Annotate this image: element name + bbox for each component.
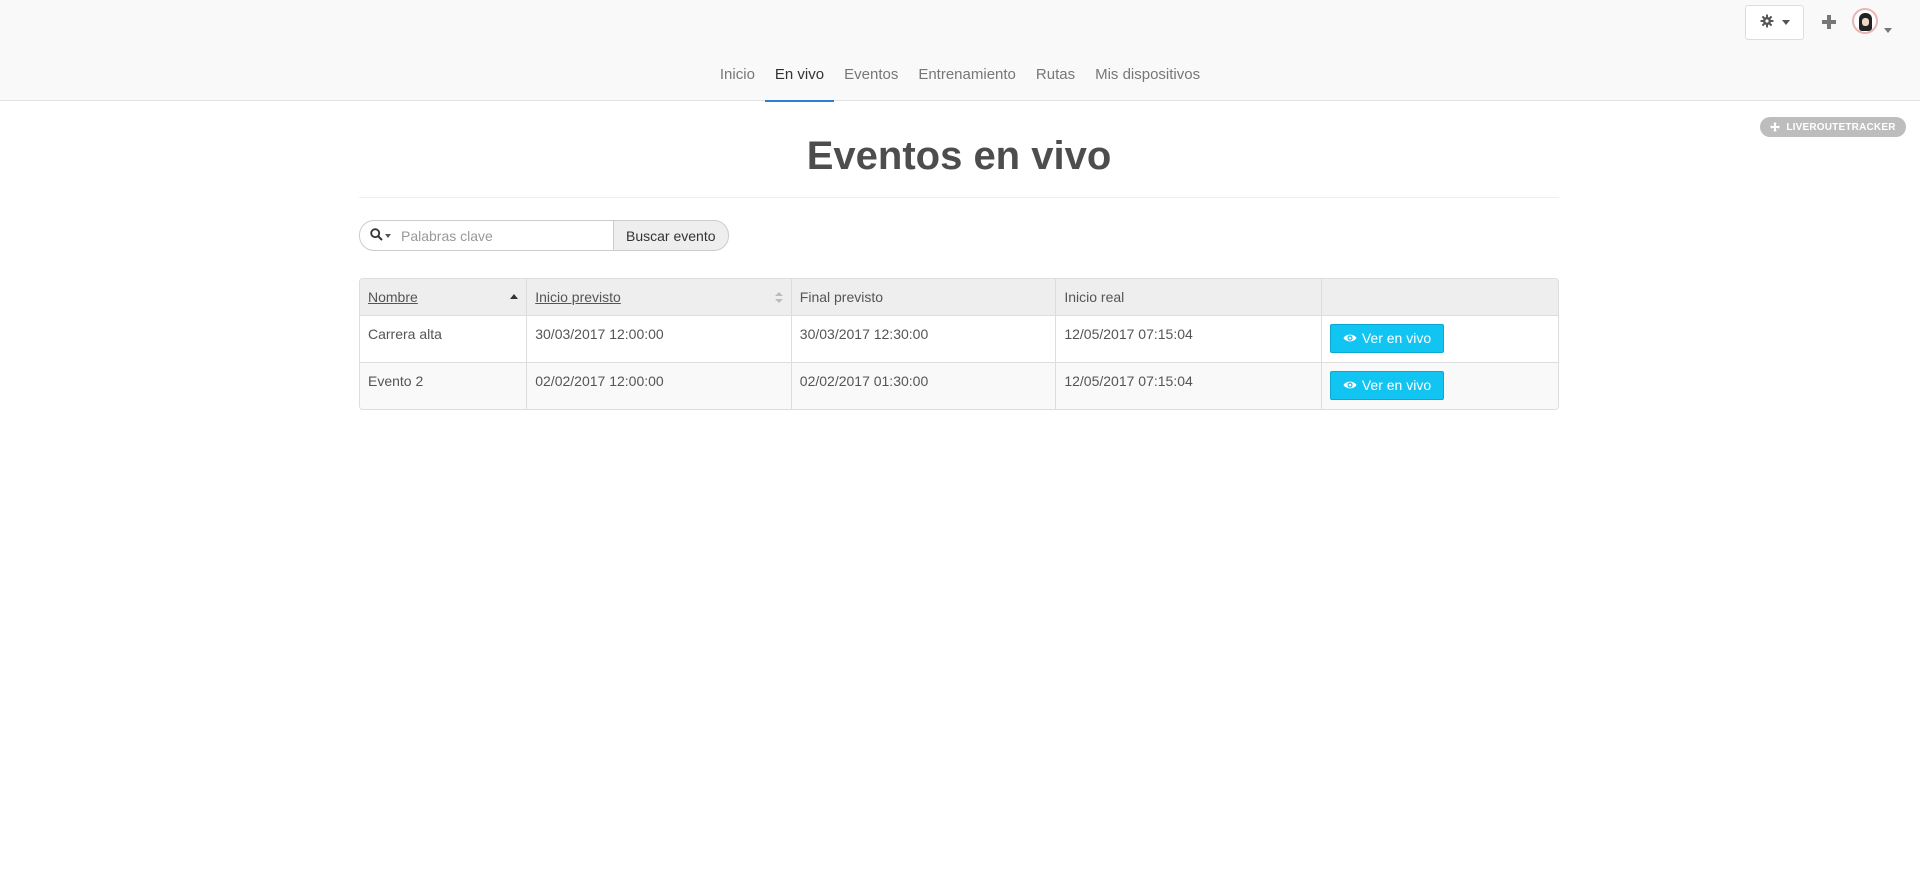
sort-asc-icon [510,294,519,299]
chevron-down-icon [1884,28,1892,33]
nav-item-inicio[interactable]: Inicio [710,0,765,101]
search-box [359,220,613,251]
cell-inicio-previsto: 02/02/2017 12:00:00 [526,362,792,409]
brand-badge-label: LIVEROUTETRACKER [1786,121,1896,133]
page-title: Eventos en vivo [806,134,1112,178]
nav-label: Mis dispositivos [1095,66,1201,83]
cell-nombre: Carrera alta [360,315,528,362]
user-menu-button[interactable] [1852,8,1898,38]
table-row: Evento 2 02/02/2017 12:00:00 02/02/2017 … [360,362,1558,409]
eye-icon [1343,377,1357,393]
column-header-nombre[interactable]: Nombre [360,279,528,315]
main-nav: Inicio En vivo Eventos Entrenamiento Rut… [0,0,1920,102]
add-button[interactable] [1818,9,1840,35]
nav-item-eventos[interactable]: Eventos [834,0,908,101]
nav-item-entrenamiento[interactable]: Entrenamiento [908,0,1026,101]
avatar [1852,8,1878,34]
divider [359,197,1559,198]
chevron-down-icon [1781,20,1790,25]
cell-inicio-previsto: 30/03/2017 12:00:00 [526,315,792,362]
table-header-row: Nombre Inicio previsto Final previsto In… [360,279,1558,315]
cell-action: Ver en vivo [1321,315,1558,362]
main-content: Eventos en vivo Buscar evento [359,101,1559,410]
cell-final-previsto: 02/02/2017 01:30:00 [791,362,1057,409]
move-icon [1770,122,1781,132]
search-group: Buscar evento [359,220,729,251]
cell-inicio-real: 12/05/2017 07:15:04 [1055,362,1322,409]
search-icon [370,227,383,244]
eye-icon [1343,330,1357,346]
cell-final-previsto: 30/03/2017 12:30:00 [791,315,1057,362]
top-navbar: Inicio En vivo Eventos Entrenamiento Rut… [0,0,1920,102]
nav-label: Inicio [719,66,755,83]
sort-icon [774,292,783,303]
column-label: Inicio real [1064,288,1125,305]
column-header-actions [1321,279,1558,315]
search-options-toggle[interactable] [370,227,391,244]
nav-label: Entrenamiento [918,66,1016,83]
cell-inicio-real: 12/05/2017 07:15:04 [1055,315,1322,362]
nav-item-en-vivo[interactable]: En vivo [764,0,835,102]
view-live-label: Ver en vivo [1361,330,1432,346]
gear-icon [1760,14,1774,32]
column-header-final-previsto: Final previsto [791,279,1057,315]
events-table: Nombre Inicio previsto Final previsto In… [359,278,1559,410]
nav-item-mis-dispositivos[interactable]: Mis dispositivos [1085,0,1210,101]
view-live-button[interactable]: Ver en vivo [1329,323,1445,353]
column-header-inicio-previsto[interactable]: Inicio previsto [526,279,792,315]
view-live-label: Ver en vivo [1361,377,1432,393]
nav-item-rutas[interactable]: Rutas [1026,0,1085,101]
column-label: Final previsto [799,288,884,305]
column-label: Nombre [368,288,418,305]
column-header-inicio-real: Inicio real [1055,279,1322,315]
nav-label: En vivo [774,66,825,83]
search-event-button[interactable]: Buscar evento [613,220,729,251]
view-live-button[interactable]: Ver en vivo [1329,370,1445,400]
plus-icon [1822,9,1836,35]
cell-nombre: Evento 2 [360,362,528,409]
settings-dropdown-button[interactable] [1745,5,1804,40]
nav-label: Rutas [1035,66,1076,83]
column-label: Inicio previsto [535,288,621,305]
search-input[interactable] [401,227,601,244]
brand-badge[interactable]: LIVEROUTETRACKER [1760,117,1906,137]
nav-label: Eventos [844,66,899,83]
table-row: Carrera alta 30/03/2017 12:00:00 30/03/2… [360,315,1558,362]
cell-action: Ver en vivo [1321,362,1558,409]
chevron-down-icon [385,233,391,238]
